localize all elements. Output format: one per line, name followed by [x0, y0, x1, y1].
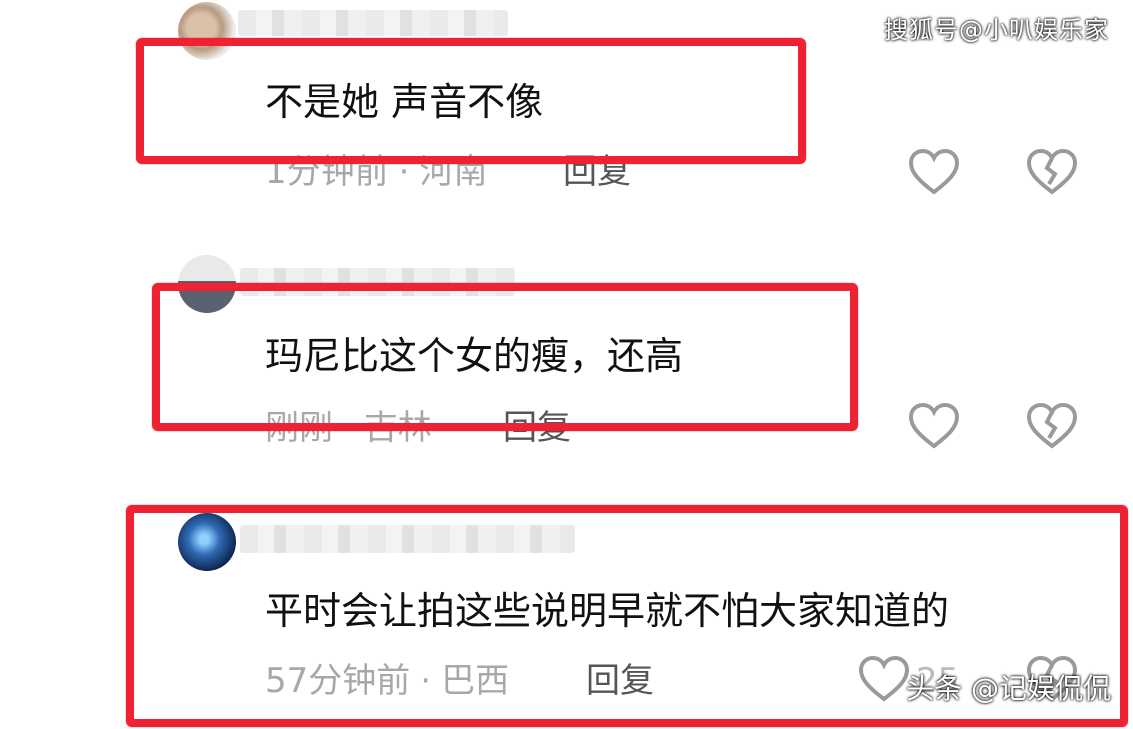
heart-icon[interactable] [908, 402, 960, 450]
username-blurred [238, 10, 508, 36]
broken-heart-icon[interactable] [1026, 402, 1078, 450]
highlight-box [136, 38, 806, 164]
highlight-box [152, 283, 858, 431]
heart-icon[interactable] [908, 148, 960, 196]
watermark-bottom: 头条 @记娱侃侃 [906, 672, 1111, 705]
broken-heart-icon[interactable] [1026, 148, 1078, 196]
